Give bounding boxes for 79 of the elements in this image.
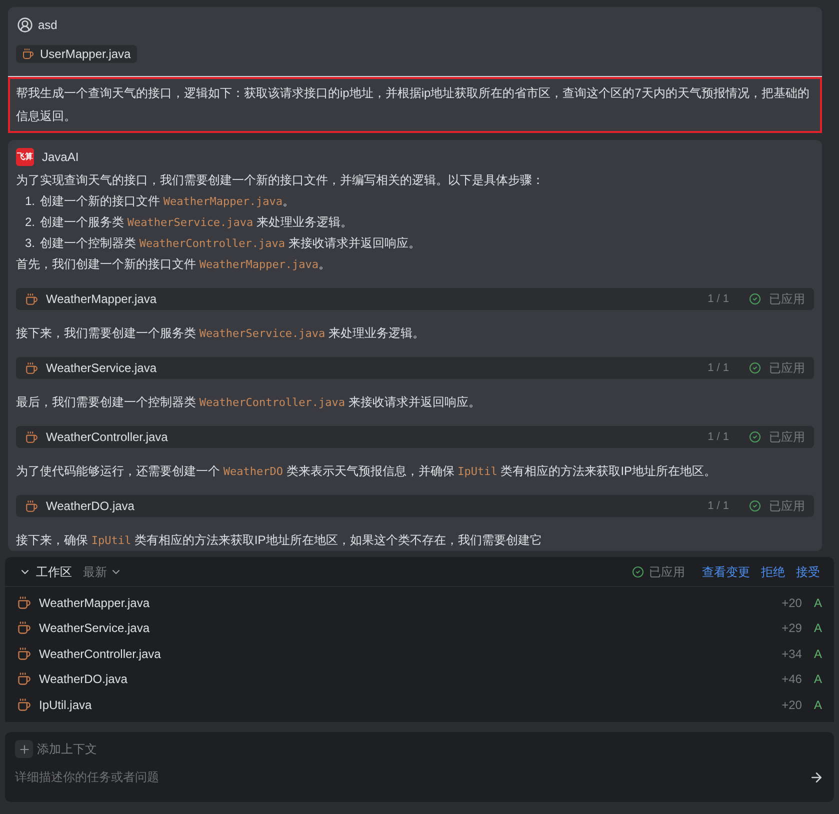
list-item-text: 创建一个新的接口文件 WeatherMapper.java。: [40, 193, 295, 210]
file-name: WeatherController.java: [46, 429, 169, 446]
java-file-icon: [17, 672, 31, 686]
applied-status: 已应用: [769, 498, 805, 515]
file-name: WeatherController.java: [39, 646, 162, 663]
action-link[interactable]: 拒绝: [761, 562, 785, 580]
list-item-text: 创建一个控制器类 WeatherController.java 来接收请求并返回响应。: [40, 235, 420, 252]
message-paragraph: 最后，我们需要创建一个控制器类 WeatherController.java 来接收请求并返回响应。: [16, 394, 482, 411]
message-paragraph: 为了使代码能够运行，还需要创建一个 WeatherDO 类来表示天气预报信息，并确保 IpUtil 类有相应的方法来获取IP地址所在地区。: [16, 463, 718, 480]
java-file-icon: [25, 500, 38, 512]
plus-icon: [15, 740, 33, 758]
message-paragraph: 接下来，我们需要创建一个服务类 WeatherService.java 来处理业务逻辑。: [16, 325, 426, 342]
check-icon: [632, 566, 644, 578]
logo: 飞算: [16, 148, 34, 166]
check-icon: [749, 500, 761, 512]
additions-count: +20: [782, 696, 802, 714]
file-name: WeatherDO.java: [39, 671, 128, 688]
changed-file-row[interactable]: WeatherController.java +34 A: [5, 641, 834, 666]
file-name: IpUtil.java: [39, 696, 93, 714]
java-file-icon: [22, 48, 34, 60]
applied-status: 已应用: [769, 360, 805, 377]
workspace-title: 工作区: [36, 564, 72, 580]
additions-count: +29: [782, 620, 802, 638]
filter-dropdown[interactable]: 最新: [83, 562, 122, 580]
action-link[interactable]: 查看变更: [702, 562, 750, 580]
file-block-bar[interactable]: WeatherMapper.java 1 / 1 已应用: [16, 288, 814, 310]
file-block-bar[interactable]: WeatherController.java 1 / 1 已应用: [16, 426, 814, 448]
java-file-icon: [17, 621, 31, 636]
change-type: A: [814, 646, 822, 663]
applied-status: 已应用: [649, 564, 685, 580]
changed-file-row[interactable]: IpUtil.java +20 A: [5, 692, 834, 718]
java-file-icon: [25, 362, 38, 374]
list-item-text: 创建一个服务类 WeatherService.java 来处理业务逻辑。: [40, 214, 353, 231]
user-avatar-icon: [17, 17, 33, 33]
file-name: WeatherDO.java: [46, 498, 136, 515]
java-file-icon: [25, 292, 38, 306]
applied-status: 已应用: [769, 291, 805, 308]
message-paragraph: 首先，我们创建一个新的接口文件 WeatherMapper.java。: [16, 256, 332, 273]
change-type: A: [814, 620, 822, 638]
check-icon: [749, 431, 761, 443]
java-file-icon: [17, 596, 31, 610]
list-number: 2.: [25, 214, 36, 231]
change-type: A: [814, 671, 822, 688]
check-icon: [749, 293, 761, 305]
file-count: 1 / 1: [708, 360, 729, 376]
prompt-text: 帮我生成一个查询天气的接口，逻辑如下：获取该请求接口的ip地址，并根据ip地址获取所在的省市区，查询这个区的7天内的天气预报情况，把基础的信息返回。: [8, 77, 822, 133]
user-name: asd: [38, 17, 58, 34]
message-paragraph: 为了实现查询天气的接口，我们需要创建一个新的接口文件，并编写相关的逻辑。以下是具体步骤：: [16, 172, 545, 189]
changed-file-row[interactable]: WeatherService.java +29 A: [5, 616, 834, 641]
file-count: 1 / 1: [708, 498, 729, 514]
message-paragraph: 接下来，确保 IpUtil 类有相应的方法来获取IP地址所在地区，如果这个类不存在，我们需要创建它: [16, 532, 543, 549]
change-type: A: [814, 696, 822, 714]
java-file-icon: [17, 646, 31, 661]
file-block-bar[interactable]: WeatherDO.java 1 / 1 已应用: [16, 495, 814, 517]
file-count: 1 / 1: [708, 292, 729, 307]
changed-file-row[interactable]: WeatherDO.java +46 A: [5, 666, 834, 692]
check-icon: [749, 362, 761, 374]
java-file-icon: [17, 698, 31, 712]
action-link[interactable]: 接受: [796, 562, 820, 580]
change-type: A: [814, 594, 822, 612]
file-name: WeatherMapper.java: [46, 291, 158, 308]
file-block-bar[interactable]: WeatherService.java 1 / 1 已应用: [16, 357, 814, 379]
add-context-button[interactable]: 添加上下文: [15, 740, 97, 758]
file-name: WeatherService.java: [46, 360, 158, 377]
changed-file-row[interactable]: WeatherMapper.java +20 A: [5, 590, 834, 616]
task-input-field[interactable]: 详细描述你的任务或者问题: [15, 768, 809, 786]
list-number: 1.: [25, 193, 36, 210]
send-arrow-icon[interactable]: [809, 770, 824, 784]
additions-count: +20: [782, 594, 802, 612]
assistant-name: JavaAI: [42, 149, 79, 166]
java-file-icon: [25, 430, 38, 444]
file-name: WeatherMapper.java: [39, 594, 151, 612]
additions-count: +34: [782, 646, 802, 663]
additions-count: +46: [782, 671, 802, 688]
list-number: 3.: [25, 235, 36, 252]
file-name: WeatherService.java: [39, 620, 150, 638]
applied-status: 已应用: [769, 429, 805, 446]
attachment-chip[interactable]: UserMapper.java: [16, 45, 137, 63]
file-count: 1 / 1: [708, 430, 729, 445]
